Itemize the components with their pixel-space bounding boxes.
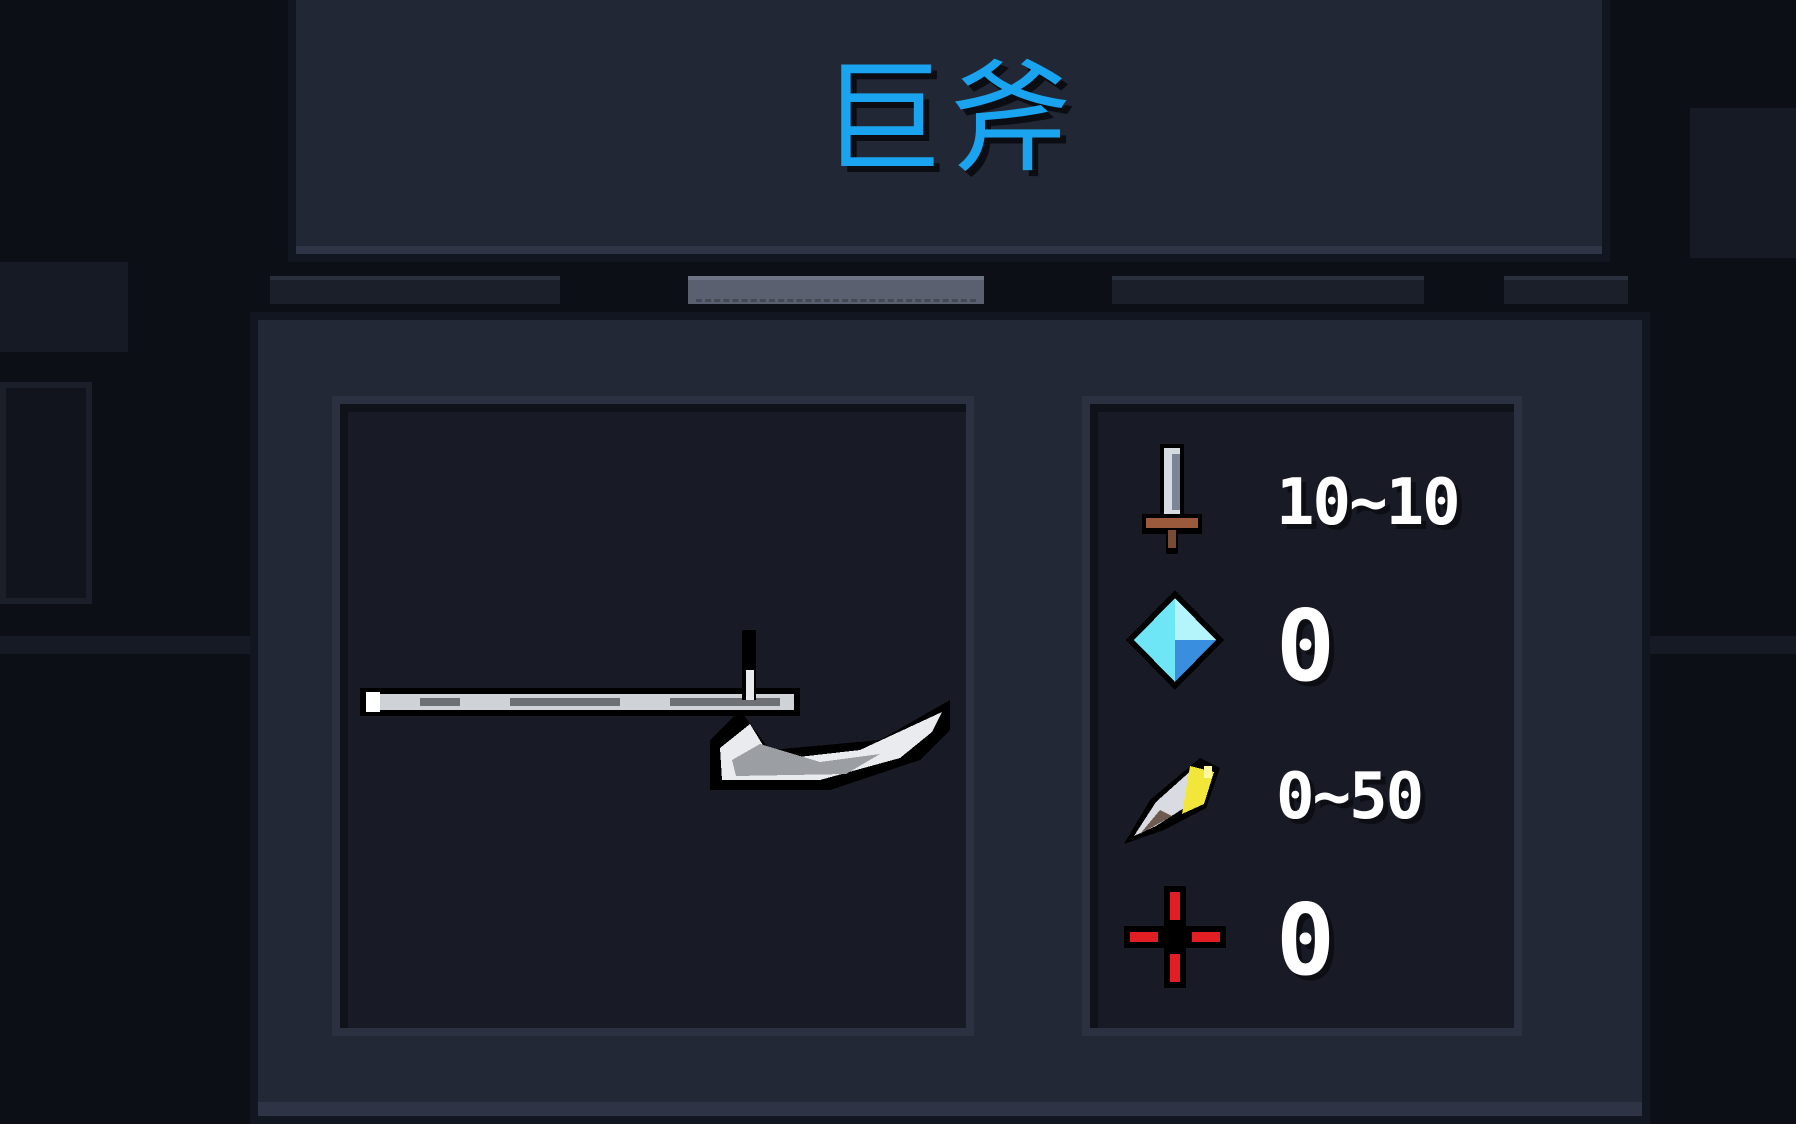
background-left-block — [0, 262, 128, 352]
stat-energy: 0 — [1120, 588, 1500, 704]
damage-value: 10~10 — [1276, 466, 1461, 540]
background-right-block — [1690, 108, 1796, 258]
energy-value: 0 — [1276, 590, 1336, 704]
accuracy-cross-icon — [1124, 886, 1226, 988]
stat-accuracy: 0 — [1120, 882, 1500, 998]
weapon-title-panel: 巨斧 — [288, 0, 1610, 262]
tab-2-active[interactable] — [688, 276, 984, 304]
tab-4[interactable] — [1504, 276, 1628, 304]
stat-damage: 10~10 — [1120, 444, 1500, 554]
great-axe-icon — [360, 630, 950, 790]
background-left-frame — [0, 382, 92, 604]
critical-feather-icon — [1124, 758, 1220, 844]
weapon-name: 巨斧 — [821, 48, 1077, 190]
stat-critical: 0~50 — [1120, 738, 1500, 848]
tab-1[interactable] — [270, 276, 560, 304]
energy-crystal-icon — [1126, 590, 1224, 690]
background-right-ledge — [1650, 636, 1796, 654]
tab-3[interactable] — [1112, 276, 1424, 304]
accuracy-value: 0 — [1276, 884, 1336, 998]
sword-damage-icon — [1142, 444, 1202, 554]
background-left-ledge — [0, 636, 250, 654]
critical-value: 0~50 — [1276, 760, 1424, 834]
